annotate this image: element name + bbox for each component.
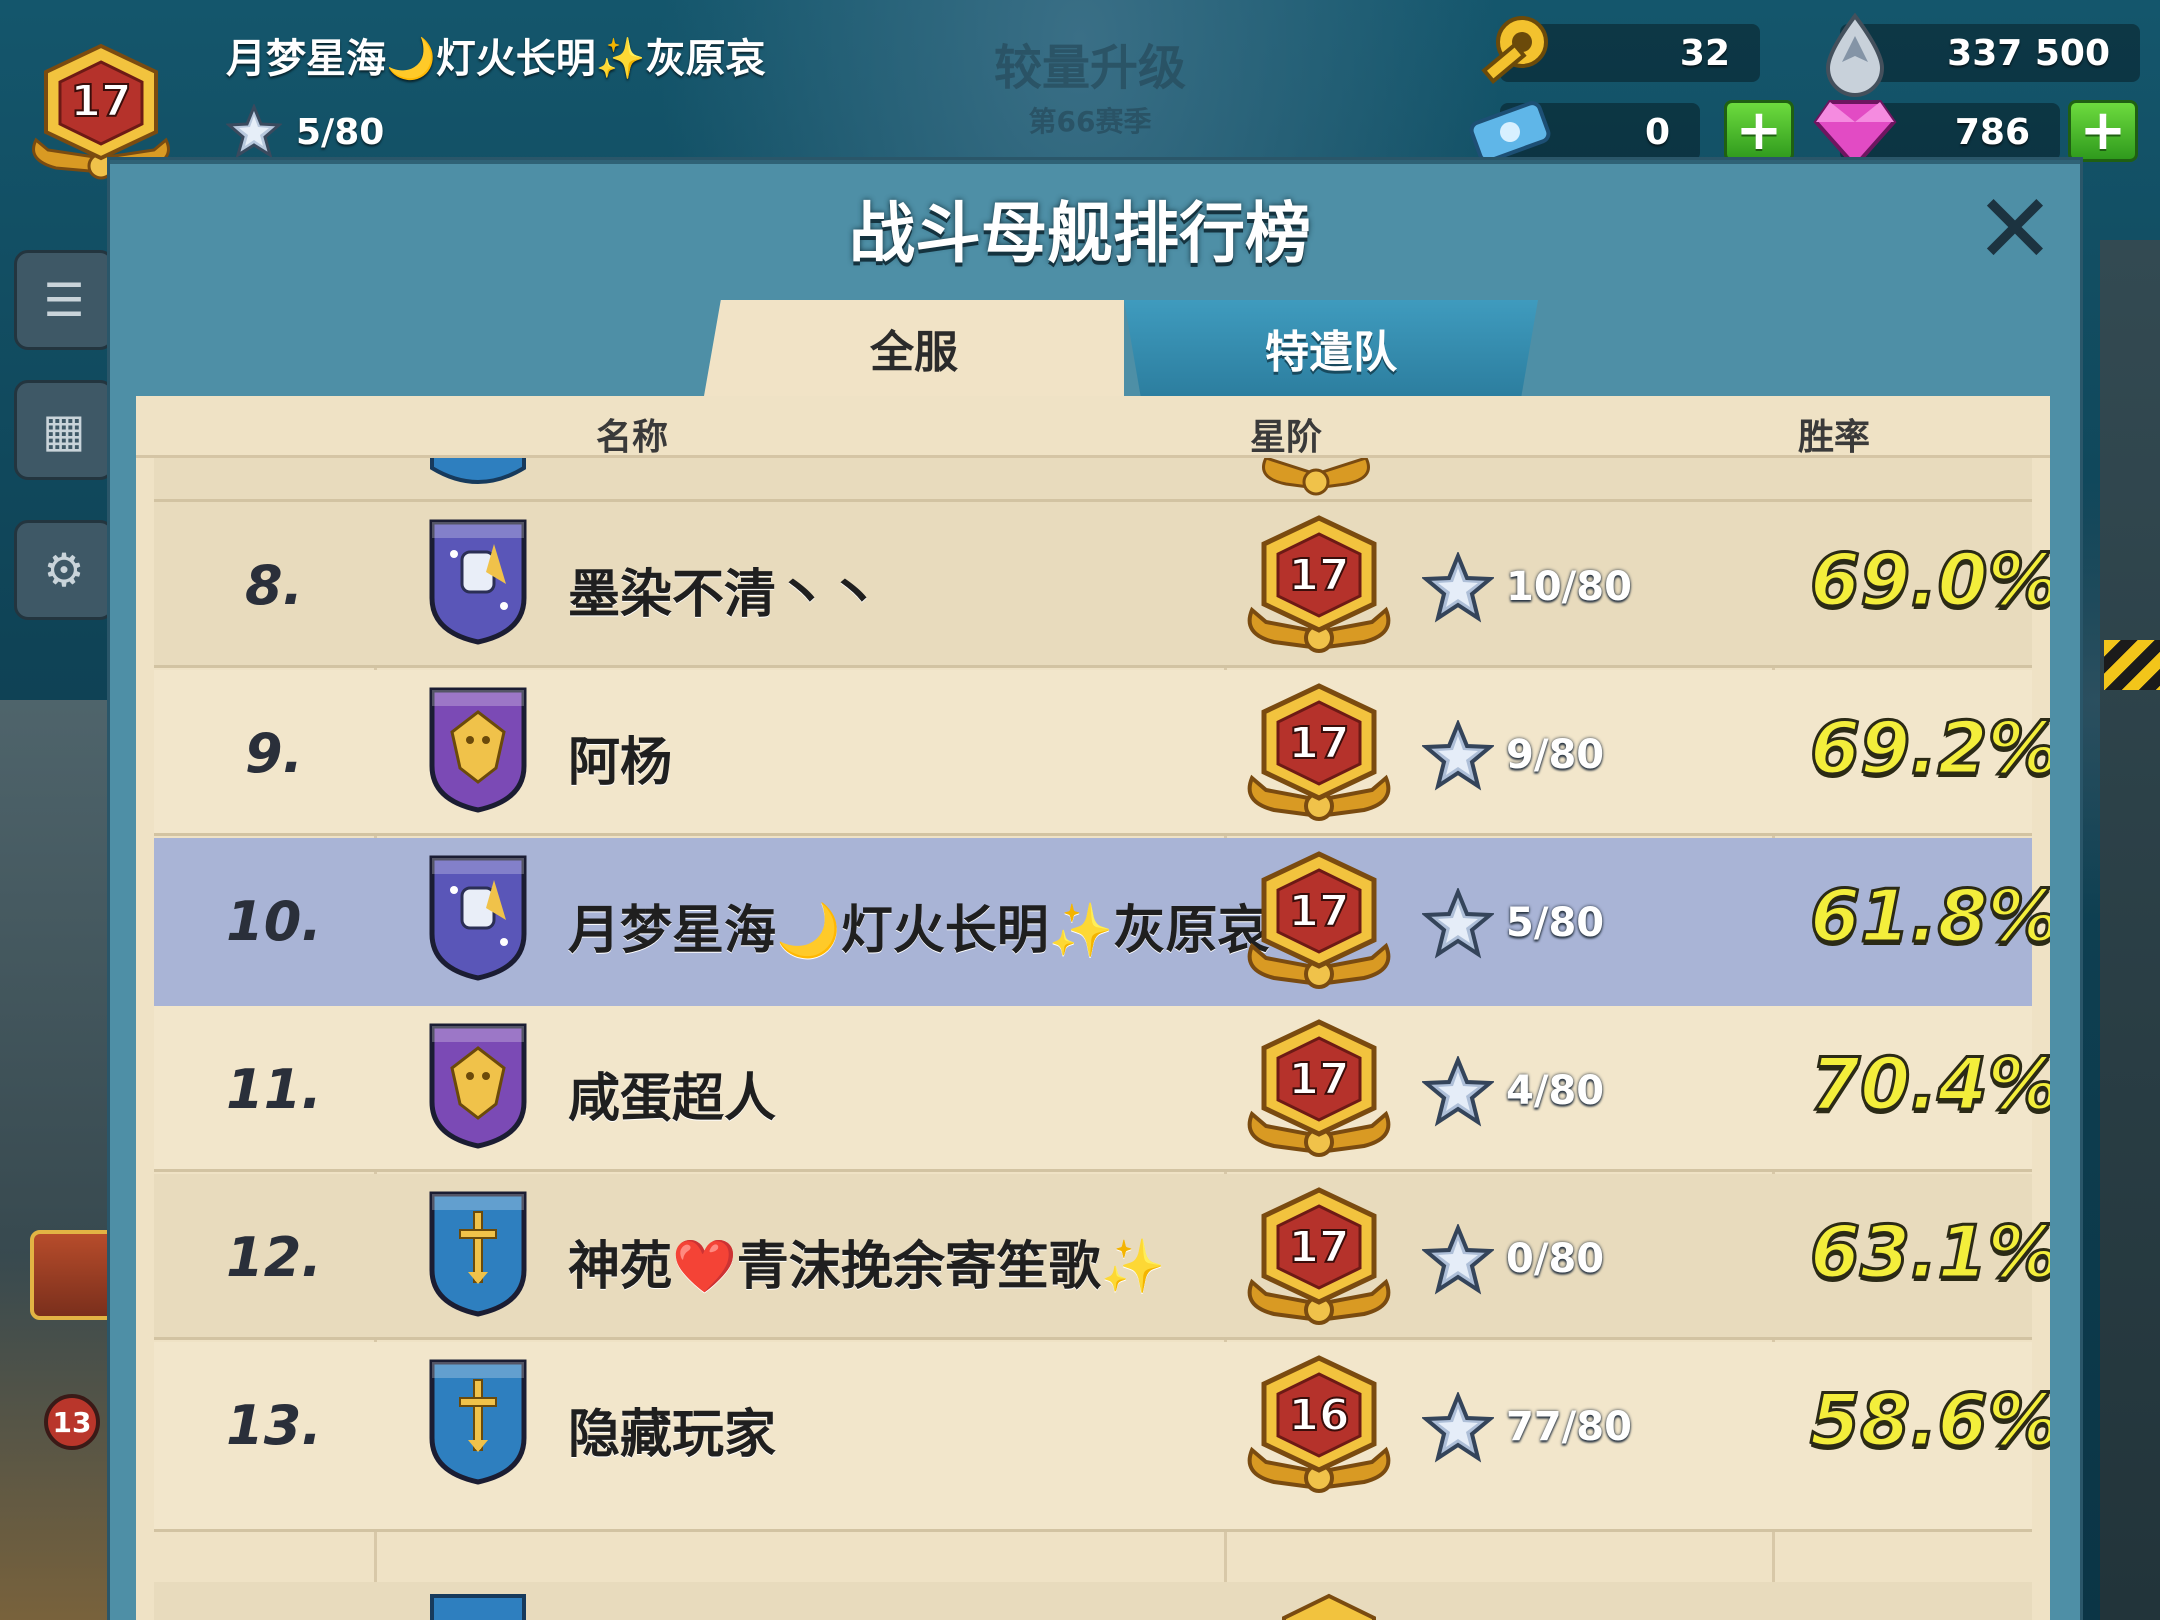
- iron-drop-icon: [1825, 12, 1885, 97]
- leaderboard-panel: 战斗母舰排行榜 ✕ 全服 特遣队 名称 星阶 胜率 8. 墨染不清丶丶 17 10/8…: [110, 160, 2080, 1620]
- tab-task-force[interactable]: 特遣队: [1124, 300, 1538, 396]
- row-stars: 5/80: [1506, 900, 1605, 946]
- level-badge-icon: [1282, 1593, 1376, 1620]
- tab-global[interactable]: 全服: [704, 300, 1124, 396]
- settings-gear-icon[interactable]: ⚙: [14, 520, 114, 620]
- row-player-name: 神苑❤️青沫挽余寄笙歌✨: [568, 1237, 1166, 1297]
- level-badge-icon: 17: [1247, 683, 1391, 821]
- table-row-partial: [154, 458, 2032, 502]
- star-icon: [226, 104, 282, 159]
- player-stars-text: 5/80: [296, 111, 385, 153]
- diamonds-value: 786: [1954, 111, 2030, 153]
- level-badge-icon: [1262, 458, 1370, 496]
- row-win-rate: 61.8%: [1809, 873, 2051, 960]
- row-player-name: 月梦星海🌙灯火长明✨灰原哀: [568, 901, 1270, 961]
- column-header-name: 名称: [596, 417, 669, 458]
- row-player-name: 阿杨: [568, 733, 673, 793]
- row-rank: 9.: [244, 722, 304, 785]
- player-level-badge[interactable]: 17: [26, 40, 176, 180]
- row-win-rate: 70.4%: [1809, 1041, 2051, 1128]
- star-icon: [1422, 1392, 1494, 1463]
- fist-shield-icon: [429, 855, 527, 981]
- star-icon: [1422, 552, 1494, 623]
- row-level-text: 17: [1288, 1222, 1349, 1273]
- table-row[interactable]: 12. 神苑❤️青沫挽余寄笙歌✨ 17 0/80 63.1%: [154, 1174, 2051, 1340]
- season-banner: 较量升级 第66赛季: [960, 28, 1220, 140]
- row-rank: 11.: [226, 1058, 322, 1121]
- tickets-value: 0: [1644, 111, 1670, 153]
- side-level-badge: 13: [44, 1394, 100, 1450]
- row-stars: 9/80: [1506, 732, 1605, 778]
- harbor-right-edge: [2100, 240, 2160, 1620]
- row-win-rate: 69.0%: [1809, 537, 2051, 624]
- wolf-shield-icon: [429, 1023, 527, 1149]
- ranking-icon[interactable]: ▦: [14, 380, 114, 480]
- table-row[interactable]: 13. 隐藏玩家 16 77/80 58.6%: [154, 1342, 2051, 1532]
- row-rank: 12.: [226, 1226, 322, 1289]
- star-icon: [1422, 720, 1494, 791]
- level-badge-icon: 16: [1247, 1355, 1391, 1493]
- row-stars: 4/80: [1506, 1068, 1605, 1114]
- row-rank: 8.: [244, 554, 304, 617]
- menu-icon[interactable]: ☰: [14, 250, 114, 350]
- fist-shield-icon: [429, 519, 527, 645]
- row-rank: 13.: [226, 1394, 322, 1457]
- row-level-text: 17: [1288, 550, 1349, 601]
- iron-value: 337 500: [1947, 32, 2110, 74]
- hazard-stripes: [2104, 640, 2160, 690]
- wolf-shield-icon: [429, 687, 527, 813]
- sword-shield-icon: [429, 1359, 527, 1485]
- player-level-text: 17: [70, 76, 131, 127]
- star-icon: [1422, 1224, 1494, 1295]
- column-header-rank: 星阶: [1250, 417, 1323, 458]
- row-level-text: 17: [1288, 1054, 1349, 1105]
- row-level-text: 17: [1288, 886, 1349, 937]
- row-level-text: 16: [1288, 1390, 1349, 1441]
- row-stars: 77/80: [1506, 1404, 1632, 1450]
- row-player-name: 隐藏玩家: [568, 1405, 777, 1465]
- player-name: 月梦星海🌙灯火长明✨灰原哀: [226, 36, 766, 82]
- keys-value: 32: [1679, 32, 1730, 74]
- table-header: 名称 星阶 胜率: [136, 396, 2050, 458]
- shield-emblem-icon: [430, 458, 526, 484]
- table-row[interactable]: 8. 墨染不清丶丶 17 10/80 69.0%: [154, 502, 2051, 668]
- panel-title: 战斗母舰排行榜: [849, 195, 1311, 272]
- table-row-partial: [154, 1582, 2032, 1620]
- table-row[interactable]: 11. 咸蛋超人 17 4/80 70.4%: [154, 1006, 2051, 1172]
- table-row-current-player[interactable]: 10. 月梦星海🌙灯火长明✨灰原哀 17 5/80 61.8%: [154, 838, 2051, 1028]
- player-stars: 5/80: [226, 104, 384, 160]
- shield-emblem-icon: [430, 1594, 526, 1620]
- level-badge-icon: 17: [1247, 515, 1391, 653]
- star-icon: [1422, 888, 1494, 959]
- level-badge-icon: 17: [1247, 1019, 1391, 1157]
- row-stars: 0/80: [1506, 1236, 1605, 1282]
- row-stars: 10/80: [1506, 564, 1632, 610]
- table-row[interactable]: 9. 阿杨 17 9/80 69.2%: [154, 670, 2051, 836]
- row-rank: 10.: [226, 890, 322, 953]
- level-badge-icon: 17: [1247, 1187, 1391, 1325]
- row-win-rate: 63.1%: [1809, 1209, 2051, 1296]
- row-level-text: 17: [1288, 718, 1349, 769]
- row-player-name: 咸蛋超人: [568, 1069, 777, 1129]
- column-header-win-rate: 胜率: [1798, 417, 1871, 458]
- key-icon: [1481, 16, 1548, 85]
- level-badge-icon: 17: [1247, 851, 1391, 989]
- season-title: 较量升级: [993, 40, 1186, 96]
- add-tickets-button[interactable]: +: [1724, 100, 1794, 162]
- star-icon: [1422, 1056, 1494, 1127]
- close-icon[interactable]: ✕: [1970, 181, 2060, 277]
- row-win-rate: 69.2%: [1809, 705, 2051, 792]
- sword-shield-icon: [429, 1191, 527, 1317]
- season-number: 第66赛季: [1028, 105, 1152, 138]
- add-diamonds-button[interactable]: +: [2068, 100, 2138, 162]
- row-player-name: 墨染不清丶丶: [568, 565, 881, 625]
- leaderboard-table[interactable]: 名称 星阶 胜率 8. 墨染不清丶丶 17 10/80 69.0% 9. 阿杨 17 9/80 6…: [136, 396, 2050, 1620]
- row-win-rate: 58.6%: [1809, 1377, 2051, 1464]
